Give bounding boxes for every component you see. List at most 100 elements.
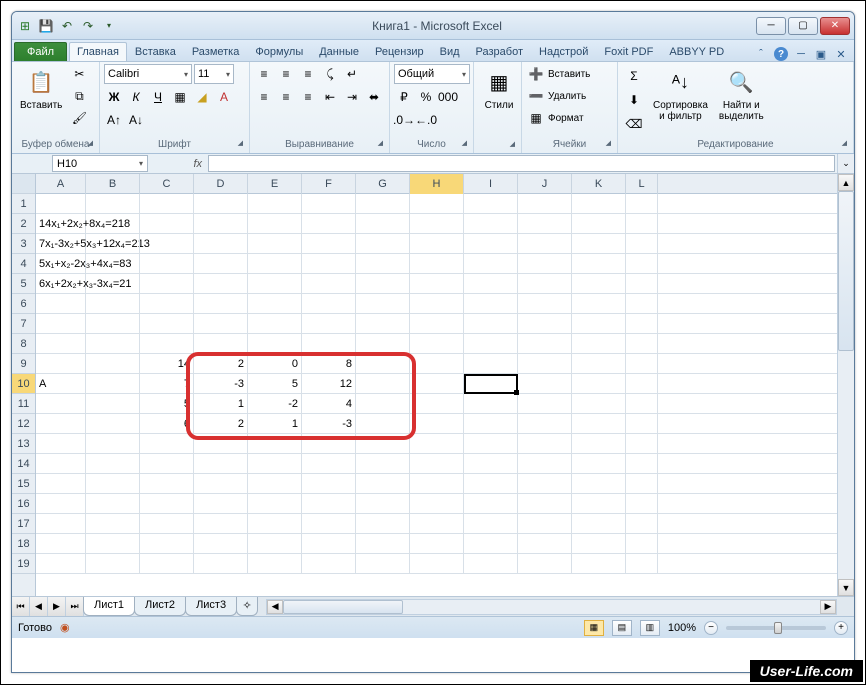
cell[interactable] <box>626 254 658 274</box>
row-header[interactable]: 3 <box>12 234 35 254</box>
zoom-knob[interactable] <box>774 622 782 634</box>
horizontal-scrollbar[interactable]: ◀ ▶ <box>266 599 837 615</box>
cell[interactable] <box>410 294 464 314</box>
cell[interactable] <box>410 494 464 514</box>
row-header[interactable]: 13 <box>12 434 35 454</box>
cell[interactable] <box>572 414 626 434</box>
sheet-tab-1[interactable]: Лист1 <box>83 597 135 616</box>
cell[interactable] <box>356 534 410 554</box>
cell[interactable] <box>36 294 86 314</box>
cell[interactable]: 0 <box>248 354 302 374</box>
cell[interactable] <box>464 534 518 554</box>
cell[interactable] <box>86 194 140 214</box>
cell[interactable]: 2 <box>194 354 248 374</box>
cell[interactable] <box>194 334 248 354</box>
row-header[interactable]: 17 <box>12 514 35 534</box>
cell[interactable] <box>518 314 572 334</box>
cell[interactable] <box>248 294 302 314</box>
cell[interactable]: 12 <box>302 374 356 394</box>
column-header[interactable]: D <box>194 174 248 194</box>
tab-nav-next-icon[interactable]: ▶ <box>48 597 66 616</box>
cell[interactable] <box>356 234 410 254</box>
font-name-combo[interactable]: Calibri <box>104 64 192 84</box>
cell[interactable] <box>464 294 518 314</box>
cell[interactable] <box>572 254 626 274</box>
cell[interactable] <box>140 334 194 354</box>
cell[interactable] <box>518 494 572 514</box>
cell[interactable] <box>464 254 518 274</box>
cell[interactable] <box>410 354 464 374</box>
cell[interactable] <box>194 294 248 314</box>
cell[interactable] <box>302 474 356 494</box>
autosum-icon[interactable]: Σ <box>624 66 644 86</box>
cell[interactable] <box>410 234 464 254</box>
row-header[interactable]: 6 <box>12 294 35 314</box>
excel-icon[interactable]: ⊞ <box>16 17 34 35</box>
align-top-icon[interactable]: ≡ <box>254 64 274 84</box>
cell[interactable]: -3 <box>194 374 248 394</box>
sheet-tab-2[interactable]: Лист2 <box>134 597 186 616</box>
cell[interactable] <box>86 434 140 454</box>
tab-home[interactable]: Главная <box>69 42 127 61</box>
cell[interactable] <box>302 314 356 334</box>
scroll-down-icon[interactable]: ▼ <box>838 579 854 596</box>
shrink-font-icon[interactable]: A↓ <box>126 110 146 130</box>
cell[interactable] <box>518 414 572 434</box>
cell[interactable] <box>194 514 248 534</box>
cell[interactable] <box>464 334 518 354</box>
new-sheet-button[interactable]: ✧ <box>236 597 258 616</box>
cell[interactable] <box>302 194 356 214</box>
column-header[interactable]: A <box>36 174 86 194</box>
cell[interactable]: 6 <box>140 414 194 434</box>
paste-button[interactable]: 📋 Вставить <box>16 64 66 113</box>
cell[interactable] <box>464 514 518 534</box>
cell[interactable] <box>356 334 410 354</box>
row-header[interactable]: 7 <box>12 314 35 334</box>
cell[interactable] <box>464 494 518 514</box>
column-header[interactable]: I <box>464 174 518 194</box>
cell[interactable]: A <box>36 374 86 394</box>
cell[interactable] <box>626 374 658 394</box>
cell[interactable] <box>518 234 572 254</box>
cell[interactable] <box>356 294 410 314</box>
cell[interactable] <box>86 394 140 414</box>
cell[interactable] <box>410 394 464 414</box>
column-header[interactable]: G <box>356 174 410 194</box>
cell[interactable] <box>86 514 140 534</box>
cell[interactable] <box>518 354 572 374</box>
cell[interactable] <box>518 374 572 394</box>
cell[interactable] <box>626 194 658 214</box>
cell[interactable] <box>36 494 86 514</box>
cell[interactable] <box>572 554 626 574</box>
cell[interactable] <box>356 194 410 214</box>
tab-layout[interactable]: Разметка <box>184 42 248 61</box>
cell[interactable] <box>302 294 356 314</box>
format-painter-icon[interactable]: 🖌 <box>69 108 89 128</box>
cell[interactable] <box>410 554 464 574</box>
cell[interactable]: 5 <box>248 374 302 394</box>
cell[interactable] <box>86 274 140 294</box>
cell[interactable] <box>302 554 356 574</box>
cell[interactable] <box>356 354 410 374</box>
cell[interactable] <box>572 514 626 534</box>
row-header[interactable]: 16 <box>12 494 35 514</box>
cell[interactable] <box>464 234 518 254</box>
cell[interactable] <box>572 354 626 374</box>
cell[interactable] <box>248 534 302 554</box>
row-header[interactable]: 8 <box>12 334 35 354</box>
cell[interactable] <box>464 214 518 234</box>
row-header[interactable]: 18 <box>12 534 35 554</box>
cell[interactable] <box>518 334 572 354</box>
cell[interactable]: 1 <box>194 394 248 414</box>
cell[interactable] <box>140 314 194 334</box>
cell[interactable] <box>626 494 658 514</box>
doc-restore-icon[interactable]: ▣ <box>814 47 828 61</box>
cell[interactable] <box>518 274 572 294</box>
cell[interactable] <box>36 354 86 374</box>
tab-nav-prev-icon[interactable]: ◀ <box>30 597 48 616</box>
page-layout-view-button[interactable]: ▤ <box>612 620 632 636</box>
tab-formulas[interactable]: Формулы <box>247 42 311 61</box>
cell[interactable]: 7 <box>140 374 194 394</box>
scroll-up-icon[interactable]: ▲ <box>838 174 854 191</box>
vertical-scrollbar[interactable]: ▲ ▼ <box>837 174 854 596</box>
